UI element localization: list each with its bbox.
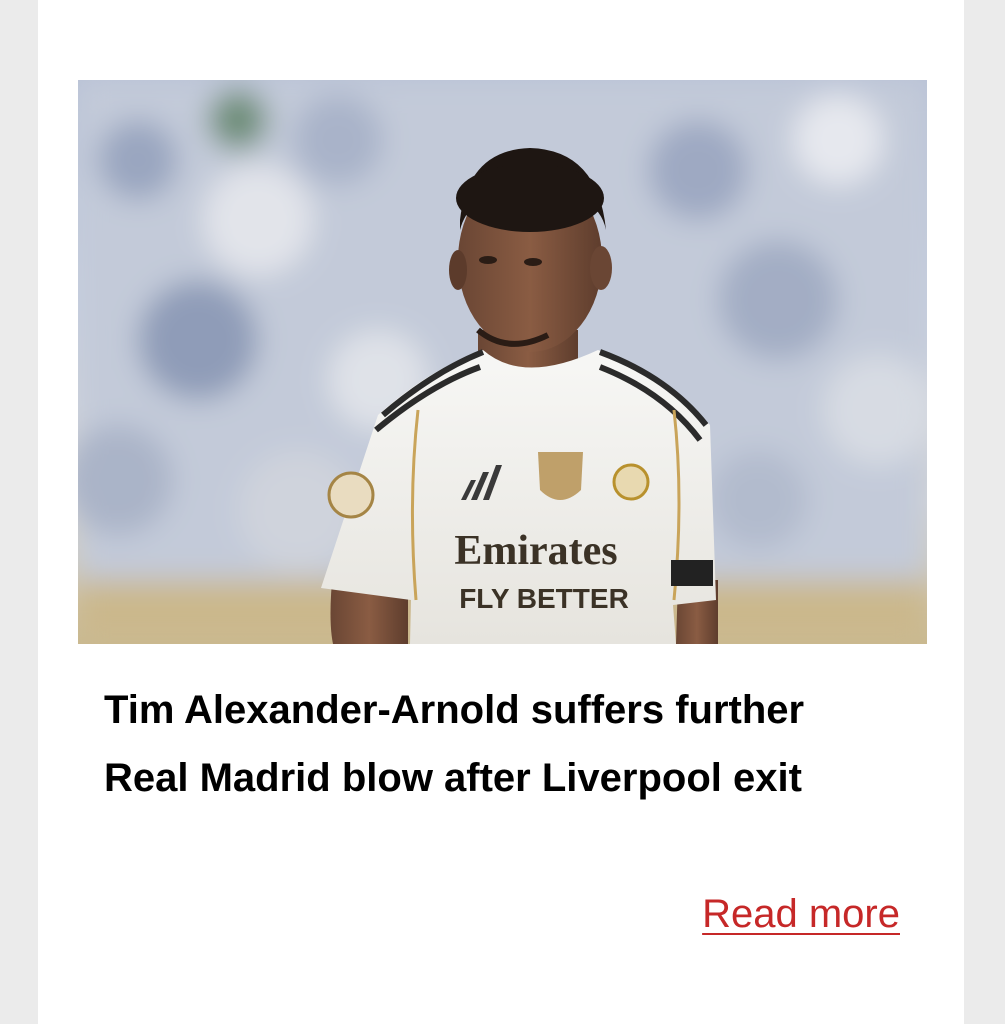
article-image[interactable]: Emirates FLY BETTER xyxy=(78,80,927,644)
sponsor-tagline: FLY BETTER xyxy=(459,583,629,614)
sponsor-text: Emirates xyxy=(454,528,617,574)
article-card: Emirates FLY BETTER Tim Alexander-Arnold… xyxy=(38,0,964,1024)
article-headline[interactable]: Tim Alexander-Arnold suffers further Rea… xyxy=(104,676,824,812)
read-more-link[interactable]: Read more xyxy=(702,890,900,938)
